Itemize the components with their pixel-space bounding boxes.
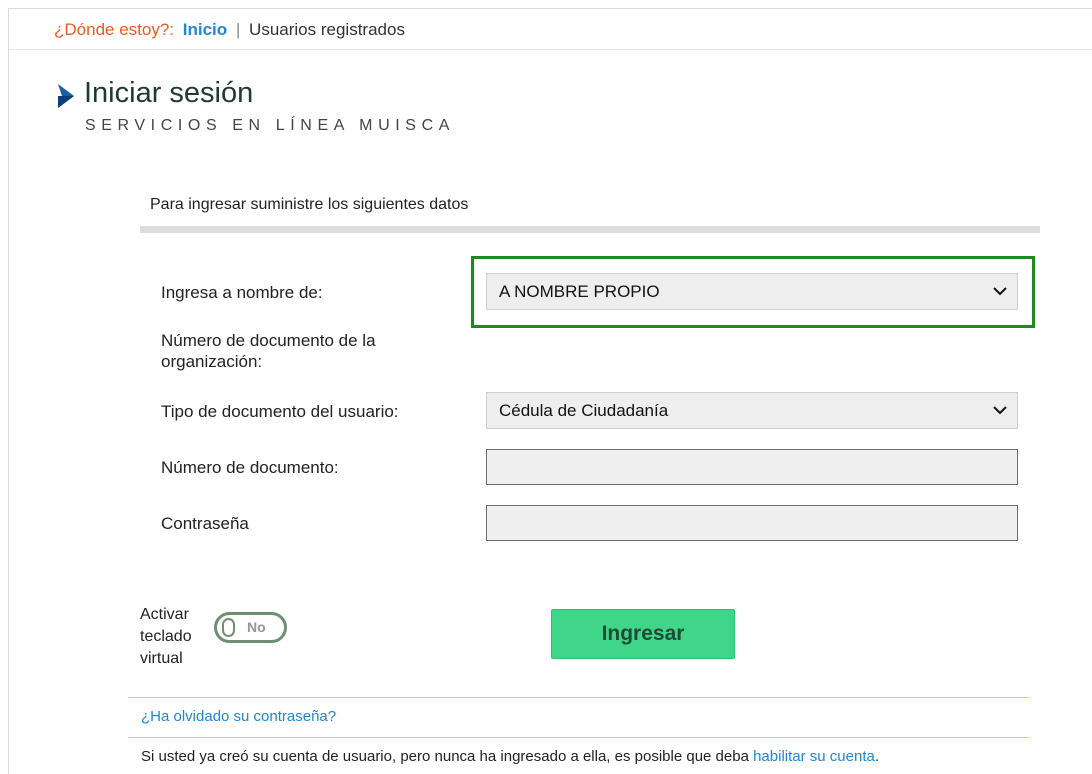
activation-note-end: .	[874, 748, 880, 765]
forgot-password-link[interactable]: ¿Ha olvidado su contraseña?	[141, 708, 336, 725]
intro-divider	[140, 226, 1040, 233]
password-label: Contraseña	[161, 514, 249, 533]
chevron-down-icon	[993, 406, 1007, 415]
enable-account-link[interactable]: habilitar su cuenta	[753, 748, 875, 765]
activation-note-text: Si usted ya creó su cuenta de usuario, p…	[141, 748, 749, 765]
breadcrumb-current: Usuarios registrados	[249, 20, 405, 39]
doc-type-label: Tipo de documento del usuario:	[161, 402, 399, 421]
org-document-label: Número de documento de la organización:	[161, 331, 376, 371]
breadcrumb-separator: |	[235, 20, 241, 39]
on-behalf-select-value: A NOMBRE PROPIO	[499, 282, 660, 301]
on-behalf-label: Ingresa a nombre de:	[161, 283, 323, 302]
doc-number-input[interactable]	[486, 449, 1018, 485]
on-behalf-select[interactable]: A NOMBRE PROPIO	[486, 273, 1018, 310]
page-subtitle: SERVICIOS EN LÍNEA MUISCA	[85, 117, 455, 134]
chevron-down-icon	[993, 287, 1007, 296]
doc-type-select-value: Cédula de Ciudadanía	[499, 401, 669, 420]
activation-note: Si usted ya creó su cuenta de usuario, p…	[141, 748, 879, 765]
breadcrumb-home-link[interactable]: Inicio	[183, 20, 227, 39]
breadcrumb-divider	[9, 49, 1092, 50]
toggle-knob	[222, 618, 235, 637]
divider-top	[128, 697, 1029, 698]
toggle-state-text: No	[247, 619, 266, 635]
virtual-keyboard-label: Activar teclado virtual	[140, 606, 192, 667]
password-input[interactable]	[486, 505, 1018, 541]
breadcrumb: ¿Dónde estoy?: Inicio | Usuarios registr…	[54, 20, 405, 40]
doc-type-select[interactable]: Cédula de Ciudadanía	[486, 392, 1018, 429]
doc-number-label: Número de documento:	[161, 458, 339, 477]
virtual-keyboard-toggle[interactable]: No	[214, 612, 287, 643]
play-arrow-icon	[58, 84, 74, 108]
submit-button[interactable]: Ingresar	[551, 609, 735, 659]
form-intro: Para ingresar suministre los siguientes …	[150, 196, 469, 213]
page-title: Iniciar sesión	[84, 77, 254, 109]
divider-bottom	[128, 737, 1029, 738]
breadcrumb-where-label: ¿Dónde estoy?:	[54, 20, 175, 39]
